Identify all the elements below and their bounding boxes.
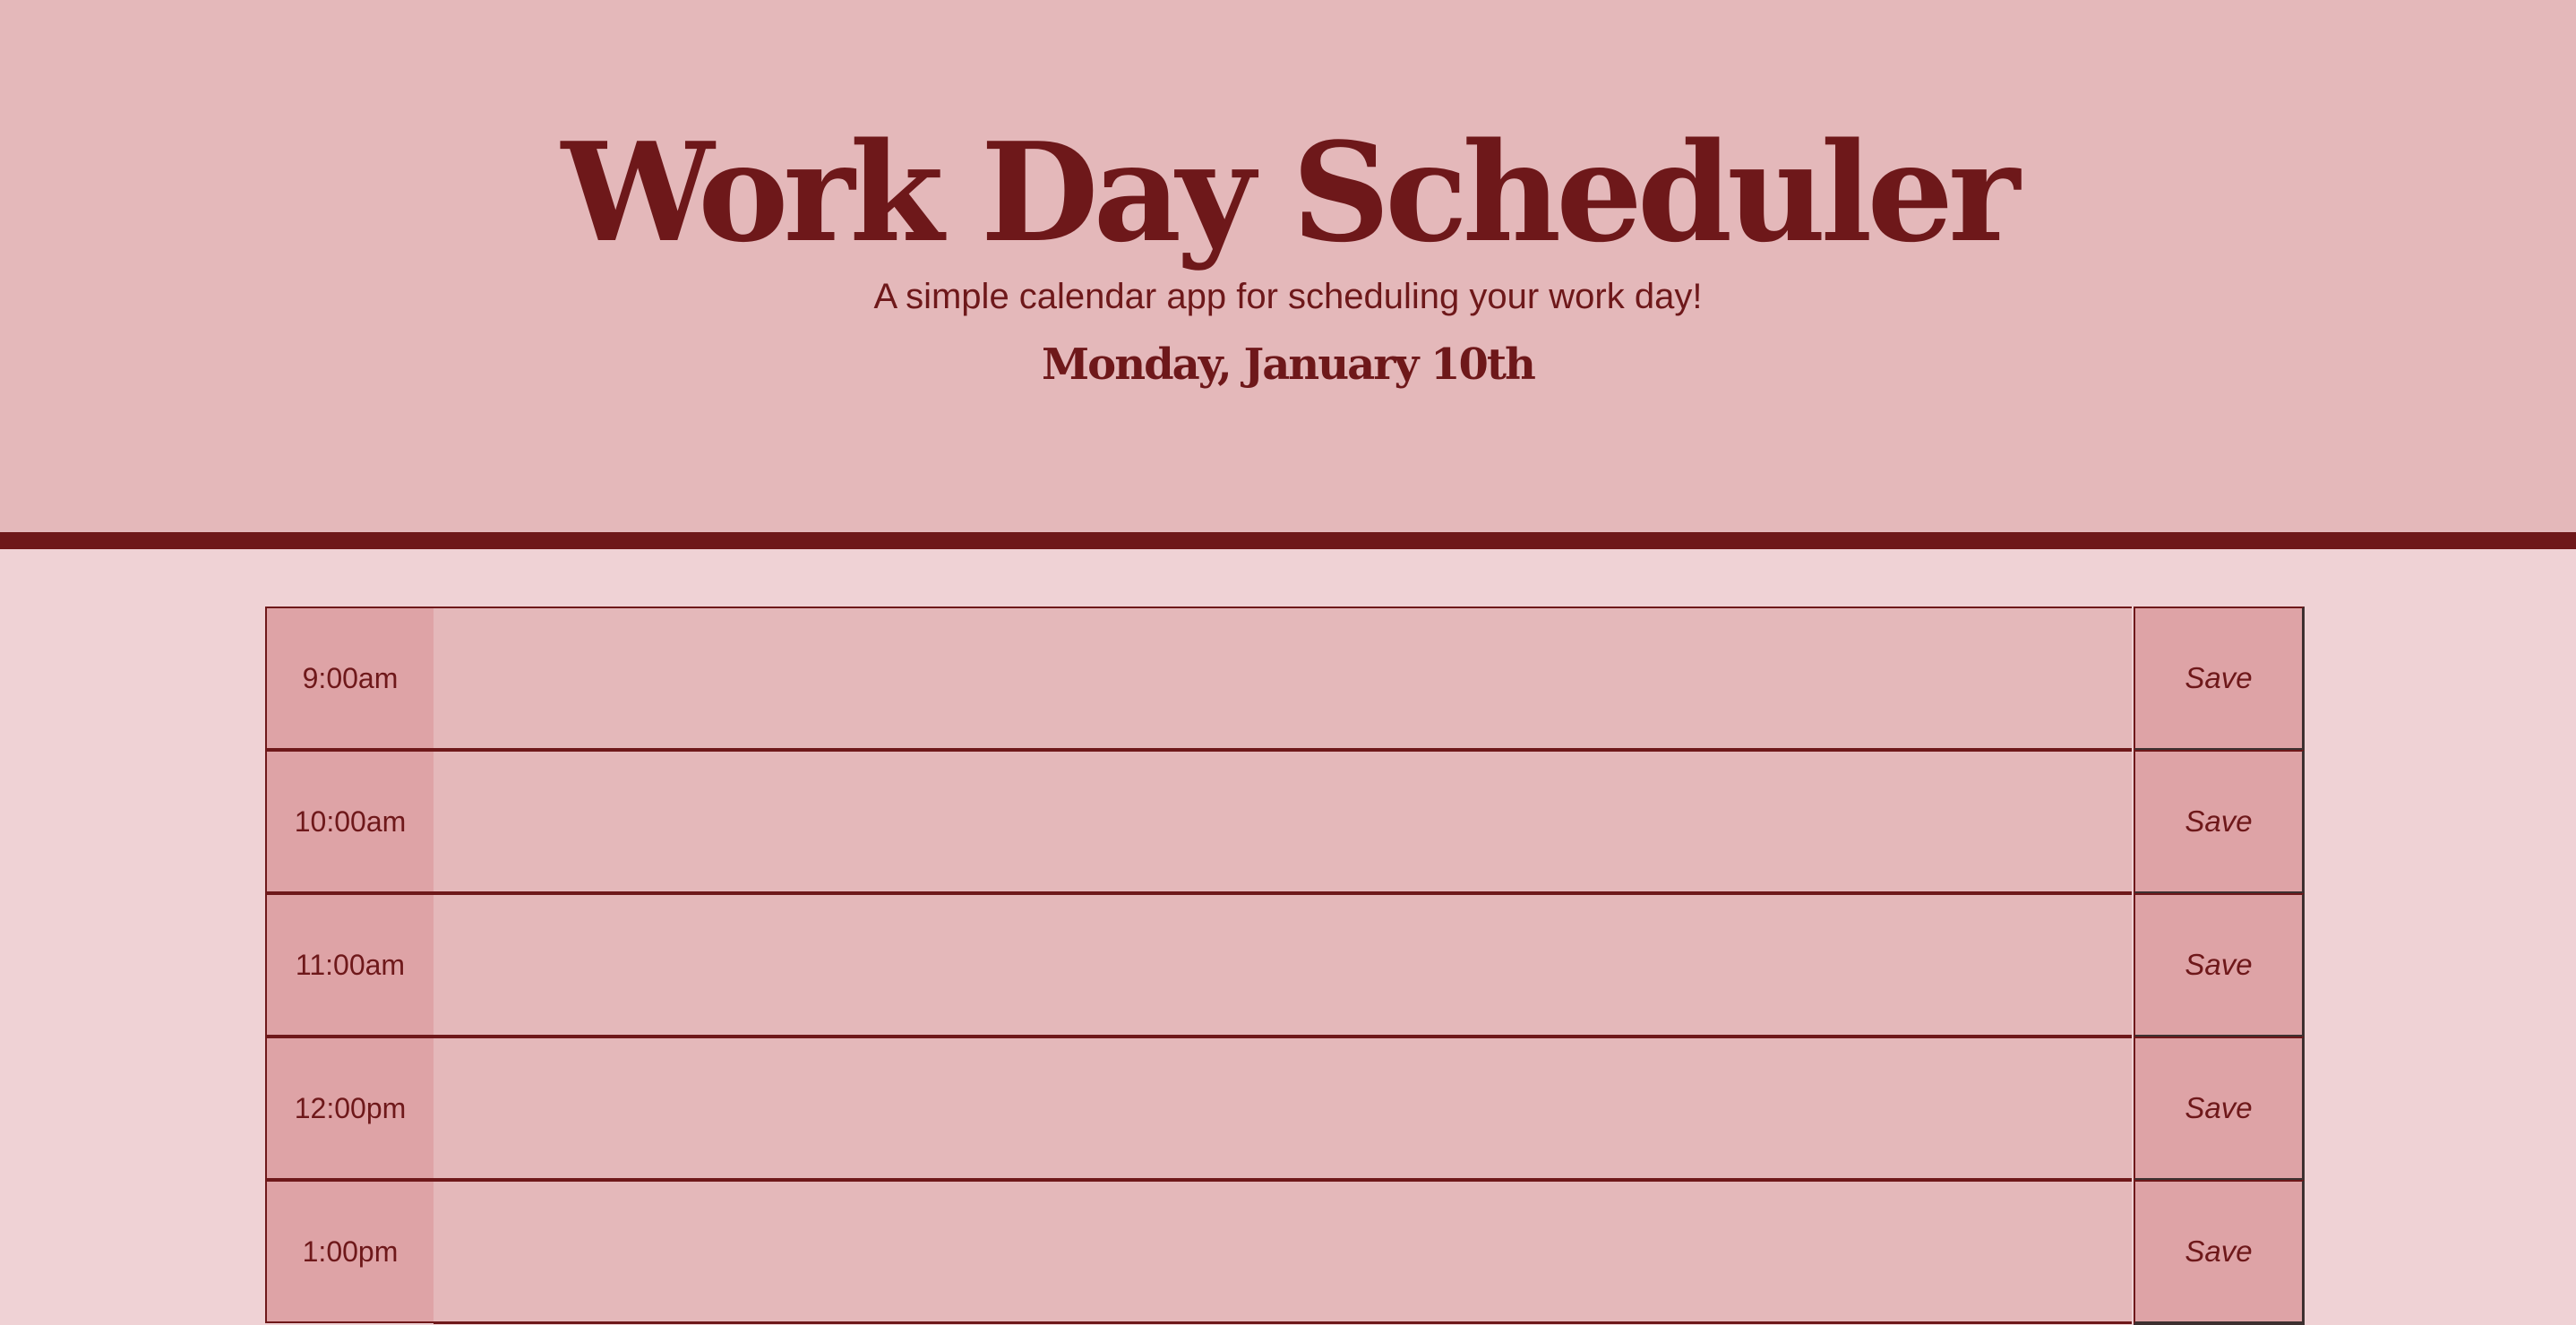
time-block-12pm: 12:00pm Save bbox=[265, 1037, 2307, 1182]
save-button[interactable]: Save bbox=[2134, 1180, 2305, 1325]
hour-label: 10:00am bbox=[265, 750, 435, 893]
hour-label: 12:00pm bbox=[265, 1037, 435, 1180]
event-description-input[interactable] bbox=[434, 750, 2132, 894]
page-subtitle: A simple calendar app for scheduling you… bbox=[873, 277, 1703, 316]
hour-label: 9:00am bbox=[265, 607, 435, 750]
page-header: Work Day Scheduler A simple calendar app… bbox=[0, 0, 2576, 532]
event-description-input[interactable] bbox=[434, 893, 2132, 1037]
event-description-input[interactable] bbox=[434, 1180, 2132, 1324]
time-block-1pm: 1:00pm Save bbox=[265, 1180, 2307, 1325]
hour-label: 1:00pm bbox=[265, 1180, 435, 1323]
event-description-input[interactable] bbox=[434, 1037, 2132, 1181]
save-button[interactable]: Save bbox=[2134, 893, 2305, 1038]
hour-label: 11:00am bbox=[265, 893, 435, 1037]
save-button[interactable]: Save bbox=[2134, 607, 2305, 752]
current-date: Monday, January 10th bbox=[1042, 340, 1536, 390]
time-block-10am: 10:00am Save bbox=[265, 750, 2307, 895]
header-divider bbox=[0, 532, 2576, 549]
page-title: Work Day Scheduler bbox=[561, 112, 2020, 272]
save-button[interactable]: Save bbox=[2134, 750, 2305, 895]
time-block-11am: 11:00am Save bbox=[265, 893, 2307, 1038]
save-button[interactable]: Save bbox=[2134, 1037, 2305, 1182]
time-block-9am: 9:00am Save bbox=[265, 607, 2307, 752]
schedule-container: 9:00am Save 10:00am Save 11:00am Save 12… bbox=[265, 607, 2307, 1325]
event-description-input[interactable] bbox=[434, 607, 2132, 751]
